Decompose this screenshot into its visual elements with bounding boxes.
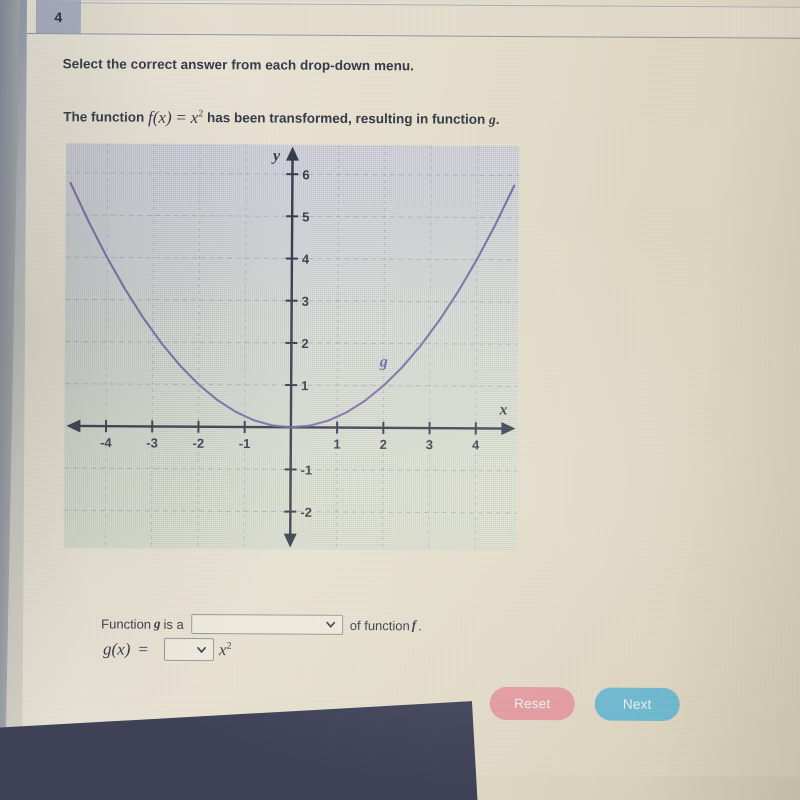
answer-row-2: g(x) = x2 [102, 637, 232, 662]
x-axis-arrow-left [66, 419, 81, 433]
y-axis-label: y [271, 147, 281, 164]
x-squared-label: x2 [218, 639, 232, 659]
g-of-x-label: g(x) [102, 638, 131, 659]
statement-after: has been transformed, resulting in funct… [206, 110, 486, 127]
x-axis-label: x [498, 402, 507, 419]
tab-question-4[interactable]: 4 [35, 0, 81, 34]
tab-number-label: 4 [54, 8, 63, 25]
next-button[interactable]: Next [594, 687, 680, 721]
gridline-vertical [243, 144, 247, 550]
answer-mid: is a [163, 616, 184, 632]
function-body: x2 [190, 108, 204, 128]
chevron-down-icon [196, 646, 206, 653]
transformation-type-dropdown[interactable] [190, 614, 343, 635]
statement-before: The function [63, 109, 145, 125]
x-axis-tick-label: 1 [333, 437, 340, 452]
question-statement: The function f(x) = x2 has been transfor… [63, 107, 499, 130]
coefficient-dropdown[interactable] [163, 637, 214, 662]
quiz-page: 4 Select the correct answer from each dr… [22, 0, 800, 777]
y-axis-arrow-down [283, 533, 297, 548]
gridline-vertical [197, 144, 201, 550]
answer-var-f: f [411, 617, 417, 633]
function-exponent: 2 [198, 108, 204, 120]
gridline-vertical [474, 145, 478, 551]
instruction-text: Select the correct answer from each drop… [62, 56, 415, 74]
function-notation: f(x) [147, 107, 172, 127]
y-axis-tick-label: 3 [302, 294, 309, 309]
x-axis-tick-label: -1 [239, 436, 251, 451]
y-axis-tick-label: 5 [302, 209, 309, 224]
x-axis-tick-label: 4 [472, 437, 480, 452]
transformation-type-value [192, 615, 342, 616]
screen-photo: 4 Select the correct answer from each dr… [0, 0, 800, 800]
answer-end-period: . [418, 617, 422, 633]
x-axis-tick-label: -2 [193, 436, 205, 451]
y-axis-tick-label: -1 [301, 463, 313, 478]
x-axis-arrow-right [501, 422, 516, 436]
tab-strip-remainder [80, 2, 800, 37]
y-axis-tick-label: 4 [302, 252, 310, 267]
gridline-vertical [428, 145, 432, 551]
y-axis-tick-label: -2 [300, 505, 312, 520]
x-axis-tick-label: -4 [100, 435, 112, 450]
x-axis-tick-label: 2 [380, 437, 387, 452]
equals-sign: = [175, 107, 187, 127]
answer-var-g: g [154, 615, 161, 631]
statement-period: . [495, 111, 500, 127]
chevron-down-icon [325, 621, 335, 628]
gridline-vertical [151, 143, 155, 549]
answer-suffix: of function [349, 617, 410, 633]
gridline-vertical [104, 143, 109, 549]
gridline-vertical [335, 144, 340, 550]
y-axis-tick-label: 1 [301, 378, 308, 393]
photo-left-edge [0, 0, 21, 800]
answer-equals-sign: = [137, 639, 149, 659]
x-axis-tick-label: 3 [426, 437, 433, 452]
y-axis-tick-label: 2 [301, 336, 308, 351]
gridline-vertical [382, 145, 386, 551]
curve-label-g: g [379, 354, 388, 371]
tab-strip: 4 [26, 0, 800, 39]
y-axis [289, 154, 294, 538]
x-axis-tick-label: -3 [146, 435, 158, 450]
answer-prefix: Function [101, 615, 152, 632]
coordinate-plane-graph: -4 -3 -2 -1 1 2 3 4 -2 -1 1 2 3 4 5 6 y x g [63, 143, 519, 551]
y-axis-arrow-up [286, 146, 300, 161]
graph-container: -4 -3 -2 -1 1 2 3 4 -2 -1 1 2 3 4 5 6 y x g [63, 143, 520, 552]
y-axis-tick-label: 6 [302, 167, 309, 182]
answer-row-1: Function g is a of function f. [101, 613, 422, 635]
reset-button[interactable]: Reset [489, 686, 575, 721]
